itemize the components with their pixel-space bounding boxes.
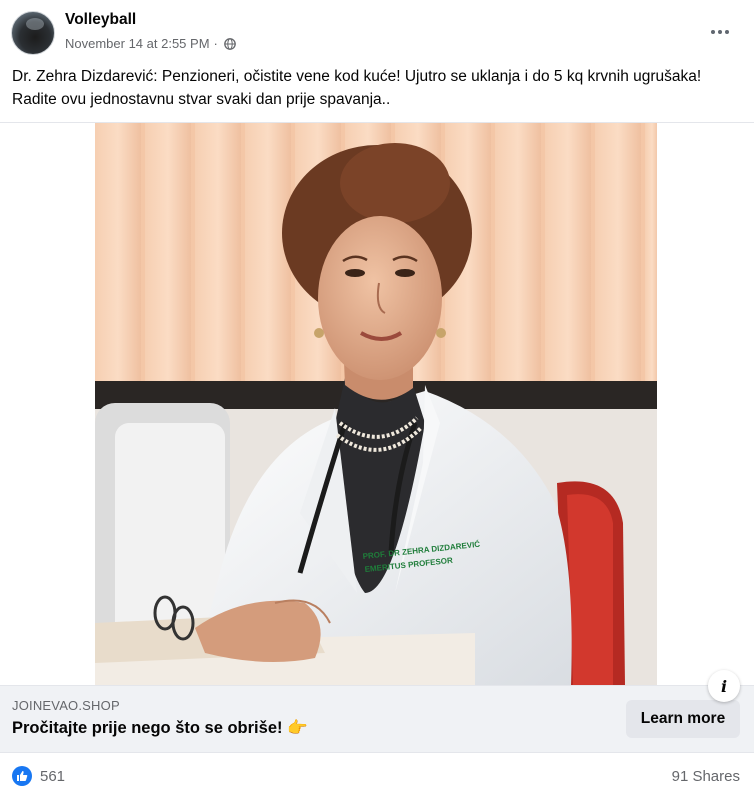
reaction-count: 561 [40, 767, 66, 785]
dot [718, 30, 722, 34]
feed-post: Volleyball November 14 at 2:55 PM · Dr. … [0, 0, 754, 801]
page-name-link[interactable]: Volleyball [65, 11, 136, 29]
learn-more-button[interactable]: Learn more [626, 700, 740, 738]
page-avatar[interactable] [11, 11, 55, 55]
doctor-photo: PROF. DR ZEHRA DIZDAREVIĆ EMERITUS PROFE… [95, 123, 657, 685]
post-meta: November 14 at 2:55 PM · [65, 36, 236, 51]
reactions-summary[interactable]: 561 [12, 766, 65, 786]
link-preview[interactable]: JOINEVAO.SHOP Pročitajte prije nego što … [0, 685, 754, 753]
globe-icon [224, 37, 236, 50]
meta-separator: · [213, 36, 218, 51]
like-icon [12, 766, 32, 786]
post-timestamp[interactable]: November 14 at 2:55 PM [65, 36, 210, 51]
info-icon[interactable]: i [708, 670, 740, 702]
link-title[interactable]: Pročitajte prije nego što se obriše! 👉 [12, 719, 308, 738]
link-domain: JOINEVAO.SHOP [12, 698, 120, 713]
post-image[interactable]: PROF. DR ZEHRA DIZDAREVIĆ EMERITUS PROFE… [95, 123, 657, 685]
more-options-button[interactable] [702, 18, 738, 46]
dot [725, 30, 729, 34]
more-horizontal-icon [711, 30, 715, 34]
shares-count[interactable]: 91 Shares [672, 768, 740, 785]
post-caption: Dr. Zehra Dizdarević: Penzioneri, očisti… [12, 68, 702, 108]
